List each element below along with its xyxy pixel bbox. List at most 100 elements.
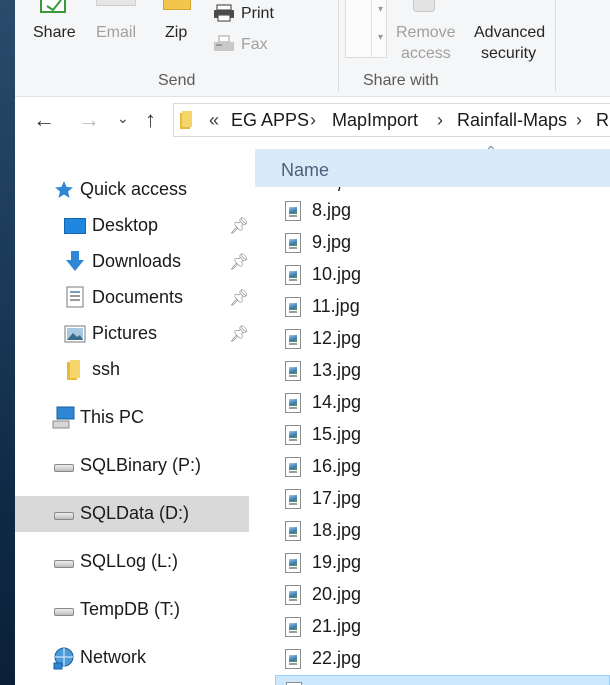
image-file-icon (285, 489, 301, 509)
file-name: 9.jpg (312, 232, 352, 252)
remove-access-button[interactable]: Remove access (393, 0, 456, 66)
list-expand-icon[interactable]: ▾ (378, 32, 383, 43)
image-file-icon (285, 649, 301, 669)
quick-access-label: Quick access (80, 179, 188, 199)
computer-icon (52, 406, 75, 429)
nav-item-drive-sqlbinary[interactable]: SQLBinary (P:) (15, 448, 249, 484)
breadcrumb-separator-icon[interactable]: › (437, 110, 443, 131)
share-icon (40, 0, 66, 13)
remove-access-label-2: access (401, 45, 451, 62)
image-file-icon (285, 393, 301, 413)
desktop-background (0, 0, 15, 685)
nav-item-this-pc[interactable]: This PC (15, 400, 249, 436)
pin-icon[interactable]: 📌︎ (229, 216, 249, 236)
breadcrumb-mapimport[interactable]: MapImport (332, 110, 418, 131)
pin-icon[interactable]: 📌︎ (229, 324, 249, 344)
nav-item-label: Network (80, 647, 147, 667)
breadcrumb-rainfall-maps[interactable]: Rainfall-Maps (457, 110, 567, 131)
nav-item-label: SQLData (D:) (80, 503, 190, 523)
image-file-icon (285, 265, 301, 285)
image-file-icon (285, 201, 301, 221)
file-row[interactable]: 11.jpg (275, 291, 610, 323)
file-row[interactable]: 16.jpg (275, 451, 610, 483)
file-list: ⌃ Name ·/· 8.jpg 9.jpg 10.jpg 11.jpg 12.… (255, 143, 610, 685)
file-name: 14.jpg (312, 392, 362, 412)
image-file-icon (285, 585, 301, 605)
remove-access-icon (413, 0, 435, 12)
file-row[interactable]: 15.jpg (275, 419, 610, 451)
nav-item-network[interactable]: Network (15, 640, 249, 676)
file-name: 17.jpg (312, 488, 362, 508)
drive-icon (54, 464, 74, 472)
file-row-partial[interactable]: ·/· (275, 187, 610, 191)
file-explorer-window: Share Email Zip Print Fax Send ▾ ▾ Remov… (15, 0, 610, 685)
breadcrumb-eg-apps[interactable]: EG APPS (231, 110, 309, 131)
list-scroll-up-icon[interactable]: ▾ (378, 4, 383, 15)
file-row[interactable]: 19.jpg (275, 547, 610, 579)
quick-access-item[interactable]: Quick access (15, 172, 249, 208)
nav-item-downloads[interactable]: Downloads 📌︎ (15, 244, 249, 280)
clipped-file-name: ·/· (332, 187, 349, 191)
file-row[interactable]: 9.jpg (275, 227, 610, 259)
back-arrow-icon[interactable]: ← (33, 107, 55, 133)
advanced-security-button[interactable]: Advanced security (471, 0, 547, 66)
nav-item-documents[interactable]: Documents 📌︎ (15, 280, 249, 316)
nav-item-pictures[interactable]: Pictures 📌︎ (15, 316, 249, 352)
nav-item-desktop[interactable]: Desktop 📌︎ (15, 208, 249, 244)
pin-icon[interactable]: 📌︎ (229, 288, 249, 308)
nav-item-label: This PC (80, 407, 145, 427)
breadcrumb-separator-icon[interactable]: › (310, 110, 316, 131)
fax-button[interactable]: Fax (213, 33, 293, 57)
pictures-icon (64, 325, 86, 343)
nav-item-drive-sqllog[interactable]: SQLLog (L:) (15, 544, 249, 580)
nav-item-label: SQLBinary (P:) (80, 455, 202, 475)
desktop-icon (64, 218, 86, 234)
send-group-label: Send (158, 72, 196, 89)
file-name: 15.jpg (312, 424, 362, 444)
file-row[interactable]: 20.jpg (275, 579, 610, 611)
file-row[interactable]: 12.jpg (275, 323, 610, 355)
nav-item-label: Desktop (92, 215, 159, 235)
email-button[interactable]: Email (91, 0, 141, 60)
share-with-group-label: Share with (363, 72, 439, 89)
column-header-label: Name (281, 160, 330, 180)
folder-icon (180, 111, 192, 129)
file-row[interactable]: 17.jpg (275, 483, 610, 515)
sort-ascending-icon: ⌃ (485, 143, 497, 159)
print-button[interactable]: Print (213, 2, 293, 26)
file-row[interactable]: 10.jpg (275, 259, 610, 291)
share-button[interactable]: Share (27, 0, 81, 60)
file-row[interactable]: 13.jpg (275, 355, 610, 387)
nav-item-ssh[interactable]: ssh (15, 352, 249, 388)
file-name: 22.jpg (312, 648, 362, 668)
address-bar[interactable]: « EG APPS › MapImport › Rainfall-Maps › … (173, 103, 610, 137)
print-label: Print (241, 5, 274, 22)
breadcrumb-separator-icon[interactable]: › (576, 110, 582, 131)
share-with-list[interactable]: ▾ ▾ (345, 0, 387, 58)
nav-item-drive-sqldata[interactable]: SQLData (D:) (15, 496, 249, 532)
file-name: 12.jpg (312, 328, 362, 348)
forward-arrow-icon[interactable]: → (78, 107, 100, 133)
pin-icon[interactable]: 📌︎ (229, 252, 249, 272)
nav-item-drive-tempdb[interactable]: TempDB (T:) (15, 592, 249, 628)
file-row[interactable]: 21.jpg (275, 611, 610, 643)
address-overflow-chevron[interactable]: « (209, 110, 219, 131)
file-row[interactable]: 22.jpg (275, 643, 610, 675)
nav-item-label: Downloads (92, 251, 182, 271)
breadcrumb-current[interactable]: RI (596, 110, 610, 131)
recent-locations-chevron-icon[interactable]: ⌄ (117, 110, 129, 127)
image-file-icon (285, 617, 301, 637)
file-row[interactable]: 14.jpg (275, 387, 610, 419)
file-row-selected[interactable] (275, 675, 610, 685)
column-header-name[interactable]: ⌃ Name (255, 143, 610, 187)
email-icon (96, 0, 136, 6)
image-file-icon (285, 521, 301, 541)
nav-item-label: ssh (92, 359, 121, 379)
up-arrow-icon[interactable]: ↑ (145, 107, 156, 133)
file-name: 21.jpg (312, 616, 362, 636)
file-row[interactable]: 18.jpg (275, 515, 610, 547)
file-row[interactable]: 8.jpg (275, 195, 610, 227)
nav-item-label: Pictures (92, 323, 158, 343)
zip-button[interactable]: Zip (159, 0, 197, 60)
remove-access-label-1: Remove (396, 24, 456, 41)
